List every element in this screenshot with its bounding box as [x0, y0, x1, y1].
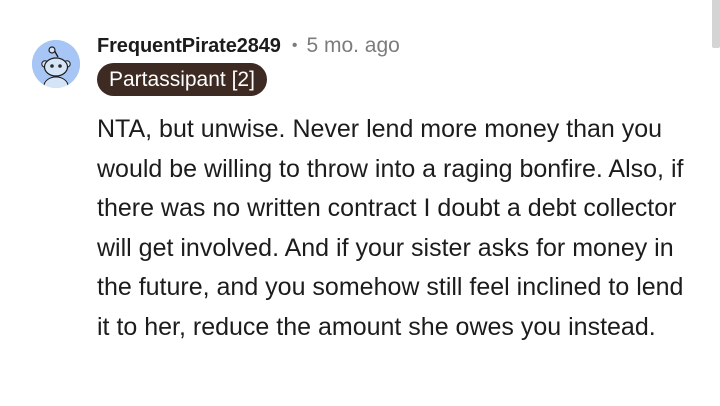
- username-link[interactable]: FrequentPirate2849: [97, 35, 281, 58]
- timestamp[interactable]: 5 mo. ago: [306, 34, 399, 58]
- comment: FrequentPirate2849 • 5 mo. ago Partassip…: [0, 0, 720, 406]
- user-flair-badge: Partassipant [2]: [97, 63, 267, 96]
- scrollbar-thumb[interactable]: [712, 0, 720, 48]
- avatar[interactable]: [32, 40, 80, 88]
- comment-header: FrequentPirate2849 • 5 mo. ago: [97, 34, 400, 58]
- snoo-avatar-icon: [32, 40, 80, 88]
- meta-separator: •: [291, 37, 298, 54]
- comment-body: NTA, but unwise. Never lend more money t…: [97, 115, 684, 341]
